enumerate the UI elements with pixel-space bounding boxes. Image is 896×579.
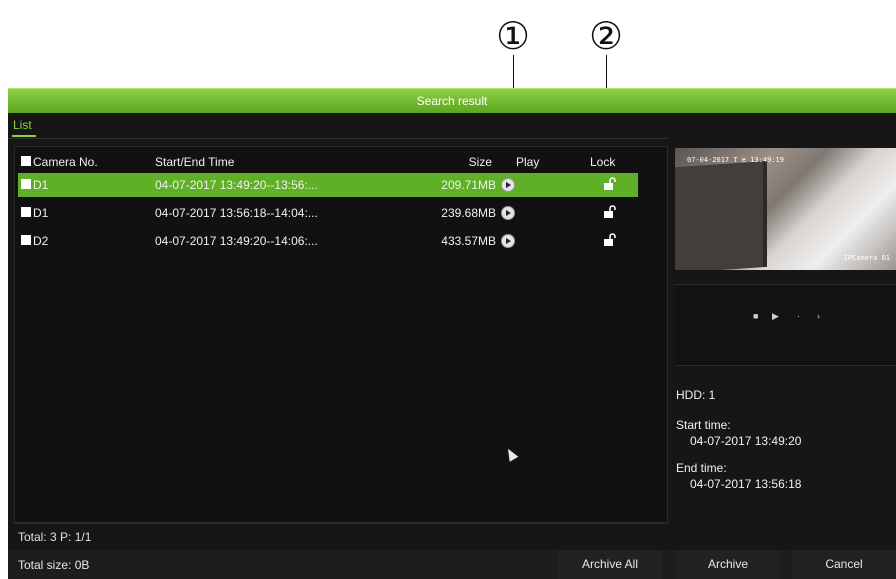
unlocked-padlock-icon[interactable] [603, 177, 617, 191]
start-time-value: 04-07-2017 13:49:20 [690, 434, 802, 448]
row-checkbox[interactable] [21, 235, 31, 245]
tab-divider [8, 138, 668, 139]
start-time-label: Start time: [676, 418, 731, 432]
table-header: Camera No. Start/End Time Size Play Lock [18, 150, 638, 174]
video-preview[interactable]: 07-04-2017 T e 13:49:19 IPCamera 01 [675, 148, 896, 270]
header-lock: Lock [590, 155, 616, 169]
play-icon[interactable] [501, 234, 515, 248]
end-time-label: End time: [676, 461, 727, 475]
row-time: 04-07-2017 13:49:20--14:06:... [155, 234, 318, 248]
table-row[interactable]: D1 04-07-2017 13:49:20--13:56:... 209.71… [18, 173, 638, 197]
row-camera: D2 [33, 234, 49, 248]
select-all-checkbox[interactable] [21, 156, 31, 166]
row-size: 433.57MB [441, 234, 496, 248]
table-row[interactable]: D2 04-07-2017 13:49:20--14:06:... 433.57… [18, 229, 638, 253]
callout-2: ② [588, 14, 624, 58]
header-size: Size [468, 155, 492, 169]
bottom-bar: Total size: 0B Archive All Archive Cance… [8, 550, 896, 579]
slow-icon[interactable]: · [797, 311, 800, 321]
play-icon[interactable] [501, 206, 515, 220]
header-play: Play [516, 155, 540, 169]
playback-controls: ■ ▶ · › [675, 284, 896, 366]
play-control-icon[interactable]: ▶ [772, 311, 779, 322]
callout-1: ① [495, 14, 531, 58]
play-icon[interactable] [501, 178, 515, 192]
preview-camera-label: IPCamera 01 [843, 254, 890, 262]
archive-all-button[interactable]: Archive All [558, 550, 662, 579]
end-time-value: 04-07-2017 13:56:18 [690, 477, 802, 491]
row-time: 04-07-2017 13:49:20--13:56:... [155, 178, 318, 192]
stop-icon[interactable]: ■ [753, 311, 758, 321]
total-size: Total size: 0B [18, 558, 90, 572]
footer-divider [14, 522, 666, 523]
header-camera: Camera No. [33, 155, 98, 169]
window-title: Search result [8, 88, 896, 113]
search-result-window: Search result List Camera No. Start/End … [8, 88, 896, 579]
row-size: 239.68MB [441, 206, 496, 220]
archive-button[interactable]: Archive [676, 550, 780, 579]
row-checkbox[interactable] [21, 179, 31, 189]
row-time: 04-07-2017 13:56:18--14:04:... [155, 206, 318, 220]
row-camera: D1 [33, 206, 49, 220]
cancel-button[interactable]: Cancel [792, 550, 896, 579]
hdd-label: HDD: 1 [676, 388, 716, 402]
preview-door [675, 160, 767, 270]
unlocked-padlock-icon[interactable] [603, 233, 617, 247]
row-camera: D1 [33, 178, 49, 192]
row-checkbox[interactable] [21, 207, 31, 217]
row-size: 209.71MB [441, 178, 496, 192]
total-count: Total: 3 P: 1/1 [18, 530, 92, 544]
table-row[interactable]: D1 04-07-2017 13:56:18--14:04:... 239.68… [18, 201, 638, 225]
tab-list-indicator [12, 135, 36, 137]
unlocked-padlock-icon[interactable] [603, 205, 617, 219]
tab-list[interactable]: List [13, 118, 32, 132]
preview-timestamp: 07-04-2017 T e 13:49:19 [687, 156, 784, 164]
fast-forward-icon[interactable]: › [817, 311, 820, 321]
header-time: Start/End Time [155, 155, 235, 169]
